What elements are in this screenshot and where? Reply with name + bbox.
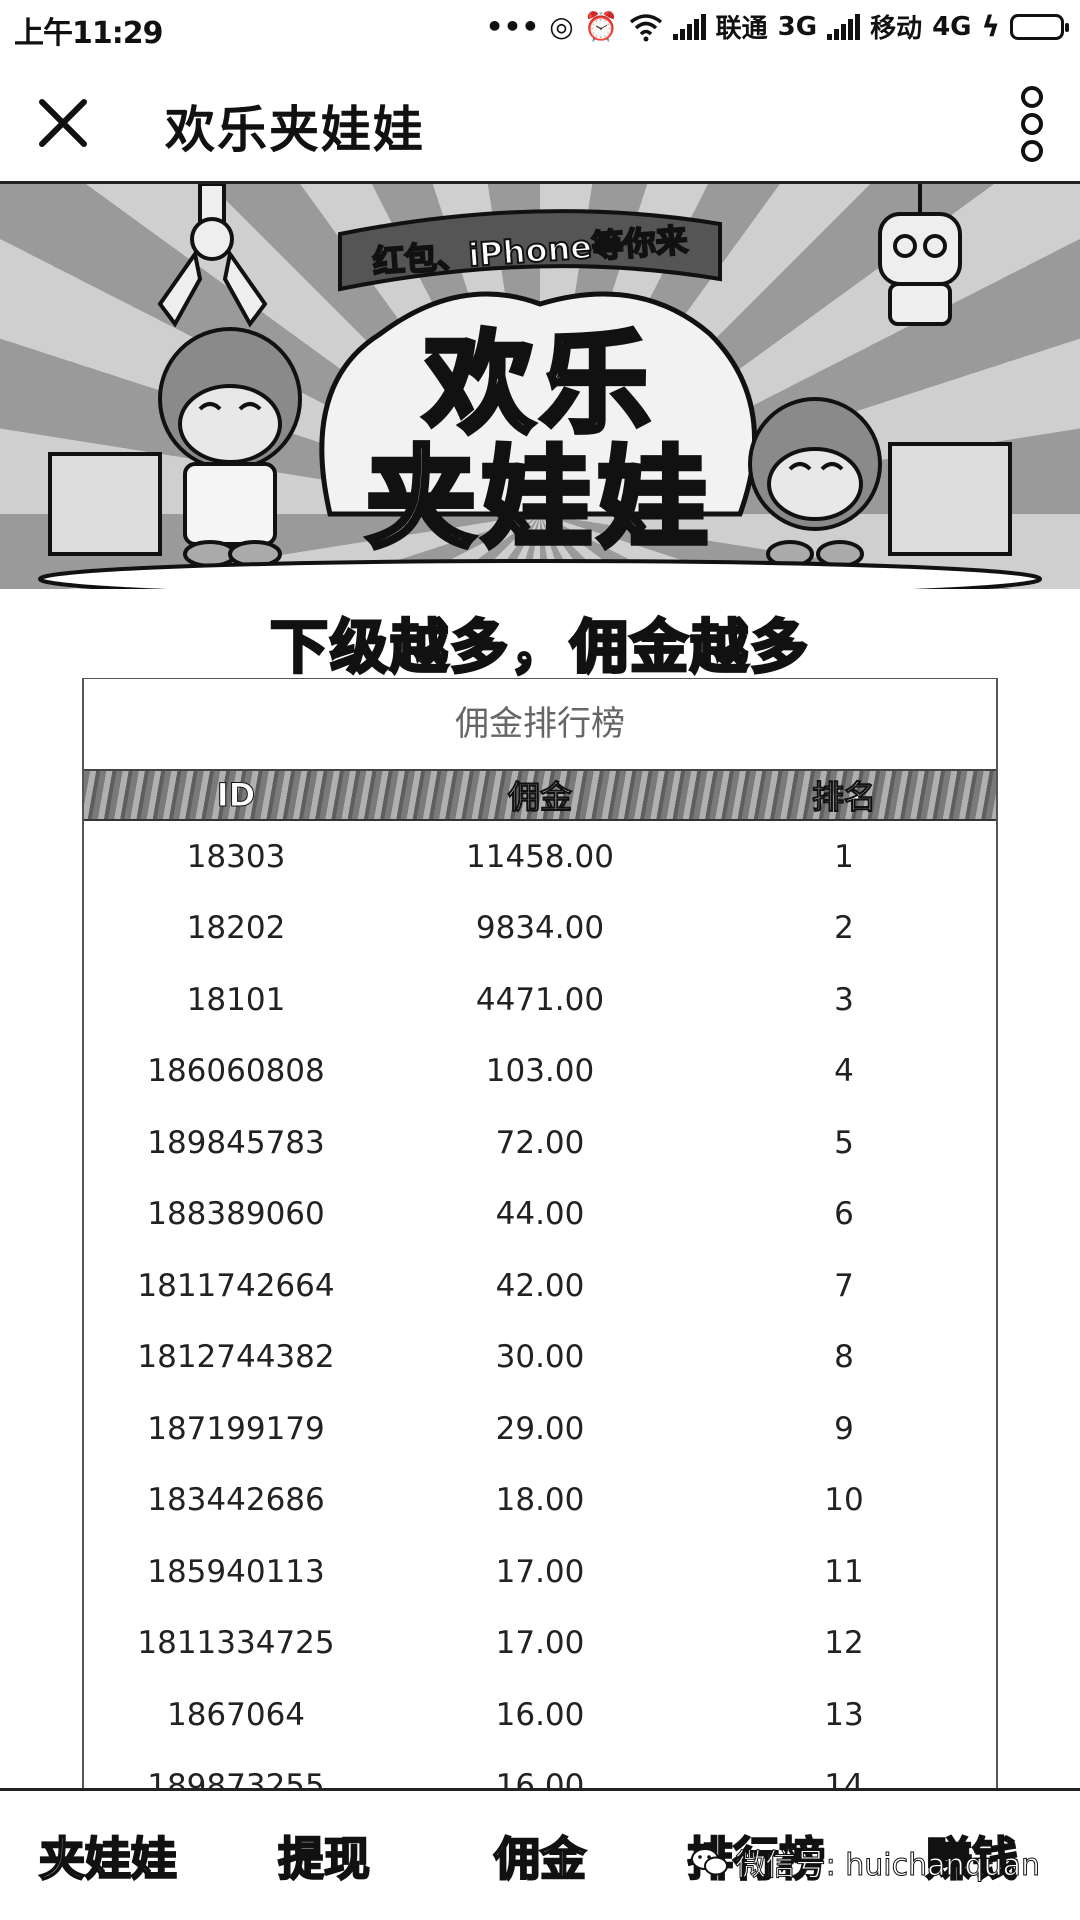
cell-rank: 9	[834, 1410, 854, 1447]
page-title: 欢乐夹娃娃	[165, 101, 425, 159]
close-icon	[39, 99, 87, 147]
close-button[interactable]	[28, 88, 98, 158]
status-time: 上午11:29	[14, 16, 163, 51]
promo-banner: 红包、iPhone等你来 欢乐 夹娃娃	[0, 184, 1080, 589]
table-row: 188389060 44.00 6	[84, 1179, 996, 1251]
cell-commission: 29.00	[495, 1410, 585, 1447]
nav-item-claw-game[interactable]: 夹娃娃	[0, 1823, 216, 1889]
cell-rank: 8	[834, 1339, 854, 1376]
alarm-icon: ⏰	[583, 9, 619, 43]
hotspot-icon: ◎	[549, 9, 574, 43]
cell-rank: 2	[834, 910, 854, 947]
cell-id: 187199179	[147, 1410, 325, 1447]
cell-rank: 12	[824, 1625, 864, 1662]
table-row: 185940113 17.00 11	[84, 1536, 996, 1608]
carrier-1: 联通	[715, 14, 768, 44]
cell-commission: 17.00	[495, 1625, 585, 1662]
more-vertical-icon	[1021, 86, 1043, 108]
ranking-header: ID 佣金 排名	[84, 771, 996, 821]
cell-rank: 14	[824, 1768, 864, 1788]
ranking-title: 佣金排行榜	[84, 679, 996, 771]
table-row: 186060808 103.00 4	[84, 1036, 996, 1108]
table-row: 18303 11458.00 1	[84, 821, 996, 893]
cell-id: 189873255	[147, 1768, 325, 1788]
cell-id: 1811334725	[137, 1625, 335, 1662]
table-row: 1867064 16.00 13	[84, 1679, 996, 1751]
cell-commission: 44.00	[495, 1196, 585, 1233]
table-row: 187199179 29.00 9	[84, 1393, 996, 1465]
cell-id: 18202	[186, 910, 286, 947]
cell-rank: 13	[824, 1696, 864, 1733]
cell-id: 183442686	[147, 1482, 325, 1519]
table-row: 18202 9834.00 2	[84, 893, 996, 965]
cell-id: 1811742664	[137, 1267, 335, 1304]
wifi-icon	[629, 13, 662, 41]
cell-rank: 3	[834, 981, 854, 1018]
carrier-2: 移动	[870, 14, 923, 44]
table-row: 1811742664 42.00 7	[84, 1250, 996, 1322]
wechat-icon	[690, 1848, 728, 1876]
nav-item-withdraw[interactable]: 提现	[216, 1823, 432, 1889]
cell-rank: 10	[824, 1482, 864, 1519]
commission-ranking-card: 佣金排行榜 ID 佣金 排名 18303 11458.00 1 18202 98…	[82, 678, 998, 1788]
banner-title-line2: 夹娃娃	[364, 433, 714, 566]
status-icons: ••• ◎ ⏰ 联通 3G 移动 4G ϟ	[485, 8, 1069, 45]
cell-id: 185940113	[147, 1553, 325, 1590]
more-dots-icon: •••	[485, 9, 540, 43]
cell-rank: 6	[834, 1196, 854, 1233]
cell-commission: 4471.00	[475, 981, 605, 1018]
table-row: 189873255 16.00 14	[84, 1751, 996, 1788]
cell-commission: 16.00	[495, 1768, 585, 1788]
table-row: 18101 4471.00 3	[84, 964, 996, 1036]
table-row: 1811334725 17.00 12	[84, 1608, 996, 1680]
signal-icon	[672, 13, 706, 40]
column-header-id: ID	[216, 776, 256, 815]
cell-commission: 103.00	[485, 1053, 595, 1090]
watermark-text: 微信号: huichanquan	[735, 1848, 1040, 1884]
ranking-rows: 18303 11458.00 1 18202 9834.00 2 18101 4…	[84, 821, 996, 1788]
table-row: 1812744382 30.00 8	[84, 1322, 996, 1394]
cell-commission: 17.00	[495, 1553, 585, 1590]
more-menu-button[interactable]	[1014, 86, 1050, 162]
cell-rank: 7	[834, 1267, 854, 1304]
cell-commission: 16.00	[495, 1696, 585, 1733]
battery-icon	[1010, 13, 1069, 40]
cell-commission: 42.00	[495, 1267, 585, 1304]
table-row: 183442686 18.00 10	[84, 1465, 996, 1537]
column-header-commission: 佣金	[507, 778, 572, 817]
cell-rank: 5	[834, 1124, 854, 1161]
cell-id: 189845783	[147, 1124, 325, 1161]
wechat-watermark: 微信号: huichanquan	[690, 1840, 1041, 1884]
signal-icon	[827, 13, 861, 40]
cell-commission: 18.00	[495, 1482, 585, 1519]
cell-commission: 11458.00	[466, 838, 614, 875]
network-type-1: 3G	[777, 11, 818, 42]
cell-commission: 72.00	[495, 1124, 585, 1161]
cell-commission: 9834.00	[475, 910, 605, 947]
cell-commission: 30.00	[495, 1339, 585, 1376]
charging-icon: ϟ	[981, 9, 1000, 43]
cell-id: 1867064	[166, 1696, 306, 1733]
cell-id: 1812744382	[137, 1339, 335, 1376]
cell-rank: 11	[824, 1553, 864, 1590]
cell-id: 188389060	[147, 1196, 325, 1233]
cell-id: 186060808	[147, 1053, 325, 1090]
app-bar: 欢乐夹娃娃	[0, 60, 1080, 184]
cell-id: 18303	[186, 838, 286, 875]
slogan-text: 下级越多，佣金越多	[268, 612, 810, 683]
column-header-rank: 排名	[811, 778, 876, 817]
network-type-2: 4G	[932, 11, 972, 42]
cell-rank: 4	[834, 1053, 854, 1090]
table-row: 189845783 72.00 5	[84, 1107, 996, 1179]
status-bar: 上午11:29 ••• ◎ ⏰ 联通 3G 移动 4G ϟ	[0, 0, 1080, 60]
cell-id: 18101	[186, 981, 286, 1018]
cell-rank: 1	[834, 838, 854, 875]
nav-item-commission[interactable]: 佣金	[432, 1823, 648, 1889]
